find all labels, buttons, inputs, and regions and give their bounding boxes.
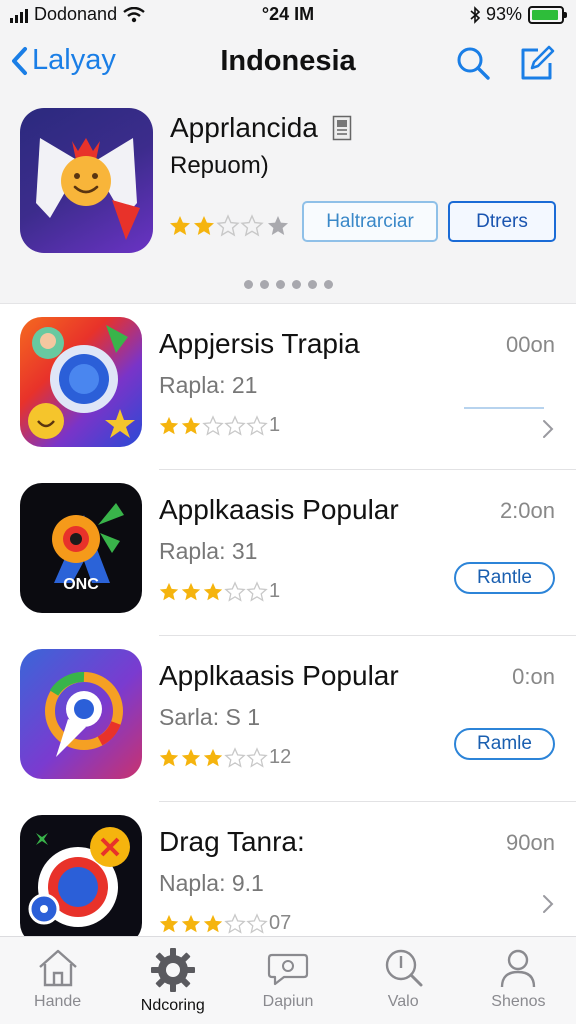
tab-label: Ndcoring xyxy=(140,997,205,1014)
rating-stars: 12 xyxy=(158,746,291,769)
app-name: Drag Tanra: xyxy=(159,826,305,857)
app-name: Applkaasis Popular xyxy=(159,660,399,691)
tab-chat[interactable]: Dapiun xyxy=(230,937,345,1024)
star-empty-icon xyxy=(240,214,264,237)
star-empty-icon xyxy=(246,912,268,934)
search-icon[interactable] xyxy=(454,44,492,82)
chat-icon xyxy=(267,953,309,986)
tab-profile[interactable]: Shenos xyxy=(461,937,576,1024)
divider-line xyxy=(464,407,544,409)
app-icon: ONC xyxy=(20,483,142,613)
chevron-right-icon[interactable] xyxy=(542,894,554,914)
bluetooth-icon xyxy=(470,5,480,24)
battery-icon xyxy=(528,5,567,24)
tab-home[interactable]: Hande xyxy=(0,937,115,1024)
star-filled-icon xyxy=(159,748,179,766)
rating-count: 12 xyxy=(269,746,292,768)
star-empty-icon xyxy=(224,414,246,436)
star-gray-icon xyxy=(268,216,288,235)
tab-label: Valo xyxy=(387,993,419,1010)
list-item[interactable]: ONC Applkaasis Popular Rapla: 31 1 2:0on… xyxy=(0,470,576,636)
featured-app-subtitle: Repuom) xyxy=(170,152,269,179)
app-icon xyxy=(20,815,142,945)
star-filled-icon xyxy=(194,216,214,235)
app-meta: 0:on xyxy=(512,664,555,689)
star-filled-icon xyxy=(181,748,201,766)
rating-count: 07 xyxy=(269,912,292,934)
rating-count: 1 xyxy=(269,414,281,436)
featured-action-button[interactable]: Haltrarciar xyxy=(302,201,438,242)
app-icon xyxy=(20,317,142,447)
star-filled-icon xyxy=(181,914,201,932)
star-filled-icon xyxy=(181,416,201,434)
star-filled-icon xyxy=(159,416,179,434)
compose-icon[interactable] xyxy=(518,44,556,82)
featured-app: Apprlancida Repuom) Haltrarciar Dtrers xyxy=(0,100,576,304)
star-empty-icon xyxy=(216,214,240,237)
list-item[interactable]: Appjersis Trapia Rapla: 21 1 00on xyxy=(0,304,576,470)
star-filled-icon xyxy=(181,582,201,600)
star-filled-icon xyxy=(159,914,179,932)
star-empty-icon xyxy=(202,414,224,436)
status-bar: Dodonand °24 IM 93% xyxy=(0,0,576,30)
rating-stars: 1 xyxy=(158,414,280,437)
gear-icon xyxy=(150,948,195,992)
star-filled-icon xyxy=(203,582,223,600)
app-category: Rapla: 21 xyxy=(159,372,258,398)
rating-count: 1 xyxy=(269,580,281,602)
list-item[interactable]: Applkaasis Popular Sarla: S 1 12 0:on Ra… xyxy=(0,636,576,802)
tab-label: Dapiun xyxy=(262,993,314,1010)
tab-search[interactable]: Valo xyxy=(346,937,461,1024)
featured-app-name: Apprlancida xyxy=(170,112,318,143)
star-filled-icon xyxy=(159,582,179,600)
get-button[interactable]: Ramle xyxy=(454,728,555,760)
app-name: Applkaasis Popular xyxy=(159,494,399,525)
star-empty-icon xyxy=(224,580,246,602)
app-icon xyxy=(20,649,142,779)
rating-stars xyxy=(168,214,290,238)
star-empty-icon xyxy=(246,580,268,602)
star-filled-icon xyxy=(203,914,223,932)
featured-get-button[interactable]: Dtrers xyxy=(448,201,556,242)
app-meta: 00on xyxy=(506,332,555,357)
star-empty-icon xyxy=(224,912,246,934)
featured-app-icon[interactable] xyxy=(20,108,153,253)
app-meta: 2:0on xyxy=(499,498,555,523)
document-icon xyxy=(332,115,352,141)
person-icon xyxy=(501,949,536,988)
star-filled-icon xyxy=(203,748,223,766)
app-category: Sarla: S 1 xyxy=(159,704,260,730)
battery-percent: 93% xyxy=(485,4,522,24)
get-button[interactable]: Rantle xyxy=(454,562,555,594)
star-empty-icon xyxy=(224,746,246,768)
tab-settings[interactable]: Ndcoring xyxy=(115,937,230,1024)
page-indicator xyxy=(0,280,576,289)
home-icon xyxy=(38,949,77,987)
tab-label: Hande xyxy=(34,993,82,1010)
navigation-bar: Lalyay Indonesia xyxy=(0,30,576,100)
app-category: Napla: 9.1 xyxy=(159,870,264,896)
app-meta: 90on xyxy=(506,830,555,855)
search-icon xyxy=(386,949,423,987)
app-category: Rapla: 31 xyxy=(159,538,258,564)
rating-stars: 07 xyxy=(158,912,291,935)
chevron-right-icon[interactable] xyxy=(542,419,554,439)
star-empty-icon xyxy=(246,414,268,436)
tab-bar: Hande Ndcoring Dapiun Valo Shenos xyxy=(0,936,576,1024)
app-name: Appjersis Trapia xyxy=(159,328,360,359)
star-filled-icon xyxy=(170,216,190,235)
icon-caption: ONC xyxy=(63,576,99,593)
tab-label: Shenos xyxy=(491,993,546,1010)
rating-stars: 1 xyxy=(158,580,280,603)
star-empty-icon xyxy=(246,746,268,768)
